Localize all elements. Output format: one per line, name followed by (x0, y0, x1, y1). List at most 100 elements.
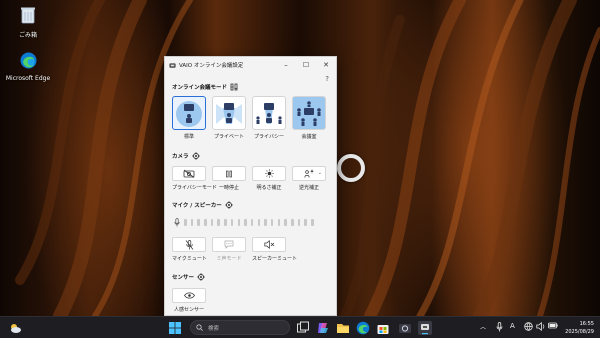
tray-mic-icon[interactable] (496, 322, 503, 332)
clock-date: 2025/08/29 (565, 329, 594, 335)
mic-settings-gear-icon[interactable] (225, 201, 233, 209)
mode-standard[interactable]: 標準 (172, 96, 206, 140)
mode-private-icon (216, 103, 242, 124)
mic-buttons: マイクミュート ミ声モード スピーカーミュート (172, 237, 298, 262)
mode-label: プライベート (213, 134, 244, 140)
start-windows-icon[interactable] (168, 321, 182, 335)
level-segment (244, 219, 247, 226)
section-title: マイク / スピーカー (172, 203, 222, 209)
section-title: オンライン会議モード (172, 85, 228, 91)
file-explorer-icon[interactable] (336, 321, 350, 335)
microsoft-store-icon[interactable] (376, 321, 390, 335)
mode-privacy-icon (256, 103, 282, 124)
globe-network-icon[interactable] (524, 322, 533, 331)
show-hidden-icons-chevron-icon[interactable]: ︿ (480, 322, 486, 331)
mode-label: プライバシー (254, 134, 284, 140)
sensor-buttons: 人感センサー (172, 288, 206, 313)
desktop-icon-label: Microsoft Edge (5, 75, 51, 82)
mode-settings-icon[interactable] (230, 83, 238, 91)
mode-label: 標準 (183, 134, 194, 140)
online-meeting-settings-window: VAIO オンライン会議設定 – ☐ ✕ ? オンライン会議モード 標準 プライ… (164, 56, 337, 316)
level-segment (204, 219, 207, 226)
vaio-meeting-app-icon[interactable] (418, 321, 432, 335)
minimize-button[interactable]: – (276, 57, 296, 73)
task-view-icon[interactable] (296, 321, 310, 335)
search-placeholder: 検索 (208, 325, 220, 332)
brightness-correction-button[interactable]: 明るさ補正 (252, 166, 286, 191)
level-segment (284, 219, 287, 226)
level-segment (297, 219, 301, 226)
button-label: 逆光補正 (298, 185, 319, 191)
recycle-bin-icon (21, 7, 35, 24)
close-button[interactable]: ✕ (316, 57, 336, 73)
ime-indicator[interactable]: A (510, 322, 515, 330)
meeting-mode-header: オンライン会議モード (172, 83, 238, 91)
camera-header: カメラ (172, 152, 200, 160)
backlight-icon (303, 169, 314, 178)
microphone-icon (174, 218, 180, 227)
window-titlebar[interactable]: VAIO オンライン会議設定 – ☐ ✕ (165, 57, 336, 73)
taskbar-clock[interactable]: 16:55 2025/08/29 (565, 320, 594, 336)
button-label: スピーカーミュート (252, 256, 298, 262)
level-segment (224, 219, 227, 226)
mode-conference-room[interactable]: 会議室 (292, 96, 326, 140)
level-segment (291, 219, 294, 226)
desktop-icon-recycle-bin[interactable]: ごみ箱 (0, 4, 56, 39)
desktop-icon-edge[interactable]: Microsoft Edge (0, 52, 56, 82)
mode-standard-icon (176, 101, 202, 127)
level-segment (230, 219, 234, 226)
level-segment (217, 219, 220, 226)
button-label: マイクミュート (172, 256, 207, 262)
help-button[interactable]: ? (325, 75, 329, 83)
level-segment (210, 219, 214, 226)
camera-settings-gear-icon[interactable] (191, 152, 200, 160)
presence-sensor-button[interactable]: 人感センサー (172, 288, 206, 313)
app-logo-icon (169, 62, 176, 68)
button-label: 明るさ補正 (256, 185, 282, 191)
speaker-mute-button[interactable]: スピーカーミュート (252, 237, 298, 262)
camera-pause-button[interactable]: 一時停止 (212, 166, 246, 191)
meeting-mode-options: 標準 プライベート プライバシー 会議室 (172, 96, 326, 140)
mode-private[interactable]: プライベート (212, 96, 246, 140)
taskbar-search-box[interactable]: 検索 (190, 320, 290, 335)
sensor-header: センサー (172, 273, 205, 281)
mic-mute-icon (185, 239, 193, 250)
mic-mute-button[interactable]: マイクミュート (172, 237, 207, 262)
speaker-mute-icon (263, 240, 274, 249)
copilot-icon[interactable] (316, 321, 330, 335)
level-segment (237, 219, 240, 226)
volume-icon[interactable] (536, 322, 546, 331)
button-label: 一時停止 (218, 185, 239, 191)
clock-time: 16:55 (579, 321, 594, 327)
level-segment (184, 219, 187, 226)
edge-taskbar-icon[interactable] (356, 321, 370, 335)
search-icon (196, 324, 203, 331)
maximize-button[interactable]: ☐ (296, 57, 316, 73)
mode-privacy[interactable]: プライバシー (252, 96, 286, 140)
mic-speaker-header: マイク / スピーカー (172, 201, 233, 209)
camera-privacy-mode-button[interactable]: プライバシーモード (172, 166, 217, 191)
weather-widget-icon[interactable] (8, 321, 22, 335)
button-label: プライバシーモード (172, 185, 217, 191)
eye-icon (183, 292, 195, 299)
voice-mode-button[interactable]: ミ声モード (212, 237, 246, 262)
pause-icon (226, 170, 232, 177)
level-segment (277, 219, 281, 226)
level-segment (264, 219, 267, 226)
level-segment (304, 219, 307, 226)
edge-icon (20, 52, 36, 69)
level-segment (257, 219, 261, 226)
battery-icon[interactable] (548, 322, 558, 329)
mic-level-meter (174, 218, 318, 227)
backlight-correction-button[interactable]: ⌄ 逆光補正 (292, 166, 326, 191)
settings-app-icon[interactable] (398, 321, 412, 335)
window-title: VAIO オンライン会議設定 (179, 63, 244, 69)
desktop-icon-label: ごみ箱 (18, 32, 37, 39)
section-title: カメラ (172, 154, 189, 160)
level-segment (311, 219, 314, 226)
section-title: センサー (172, 275, 195, 281)
chevron-down-icon[interactable]: ⌄ (318, 170, 322, 176)
camera-buttons: プライバシーモード 一時停止 明るさ補正 ⌄ 逆光補正 (172, 166, 326, 191)
sensor-settings-gear-icon[interactable] (197, 273, 205, 281)
button-label: ミ声モード (216, 256, 242, 262)
